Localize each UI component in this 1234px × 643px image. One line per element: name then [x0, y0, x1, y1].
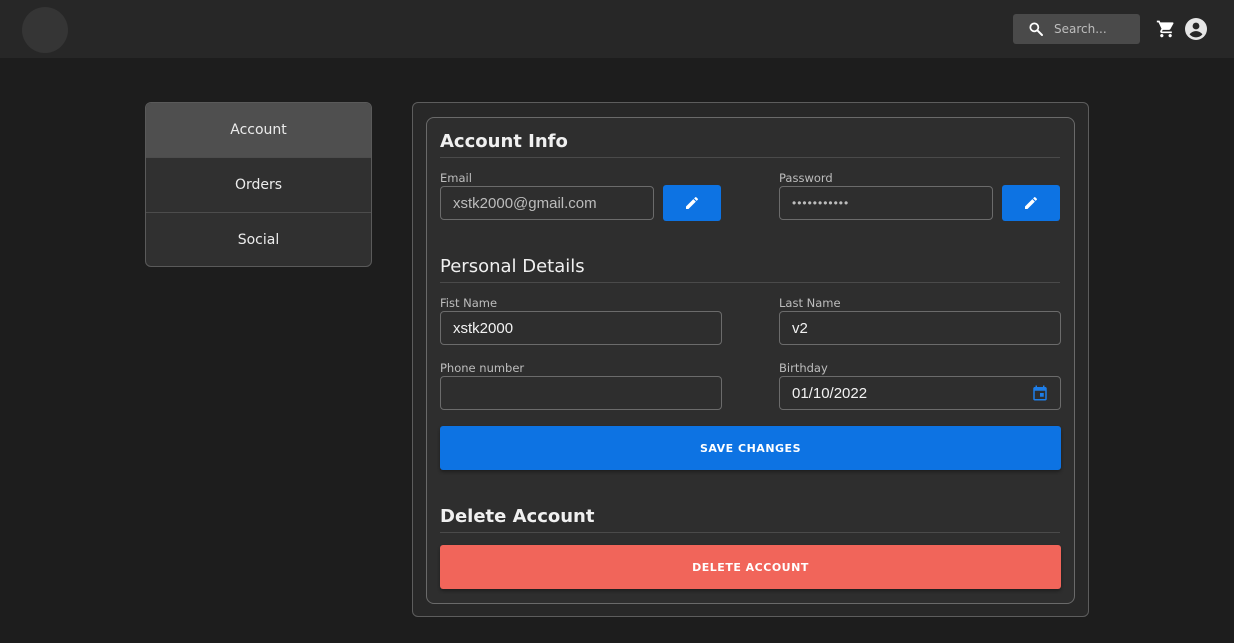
cart-icon[interactable]: [1156, 19, 1176, 39]
delete-account-heading: Delete Account: [440, 506, 1060, 533]
pencil-icon: [1025, 196, 1038, 209]
pencil-icon: [686, 196, 699, 209]
edit-email-button[interactable]: [663, 185, 721, 221]
delete-account-button[interactable]: DELETE ACCOUNT: [440, 545, 1061, 589]
logo[interactable]: [22, 7, 68, 53]
save-changes-button[interactable]: SAVE CHANGES: [440, 426, 1061, 470]
personal-details-heading: Personal Details: [440, 256, 1060, 283]
account-circle-icon[interactable]: [1184, 17, 1208, 41]
side-navigation: Account Orders Social: [145, 102, 372, 267]
calendar-icon[interactable]: [1031, 384, 1049, 402]
search-icon: [1029, 22, 1043, 36]
search-box[interactable]: [1013, 14, 1140, 44]
password-label: Password: [779, 171, 833, 185]
phone-number-field[interactable]: [440, 376, 722, 410]
email-field[interactable]: [440, 186, 654, 220]
phone-number-label: Phone number: [440, 361, 525, 375]
sidebar-item-social[interactable]: Social: [146, 213, 371, 266]
birthday-field[interactable]: [779, 376, 1061, 410]
birthday-label: Birthday: [779, 361, 828, 375]
account-settings-card: Account Info Email Password Personal Det…: [426, 117, 1075, 604]
last-name-label: Last Name: [779, 296, 841, 310]
account-info-heading: Account Info: [440, 131, 1060, 158]
account-settings-panel: Account Info Email Password Personal Det…: [412, 102, 1089, 617]
sidebar-item-account[interactable]: Account: [146, 103, 371, 158]
first-name-label: Fist Name: [440, 296, 498, 310]
last-name-field[interactable]: [779, 311, 1061, 345]
first-name-field[interactable]: [440, 311, 722, 345]
sidebar-item-orders[interactable]: Orders: [146, 158, 371, 213]
password-field[interactable]: [779, 186, 993, 220]
edit-password-button[interactable]: [1002, 185, 1060, 221]
email-label: Email: [440, 171, 472, 185]
top-bar: [0, 0, 1234, 58]
search-input[interactable]: [1054, 14, 1134, 44]
